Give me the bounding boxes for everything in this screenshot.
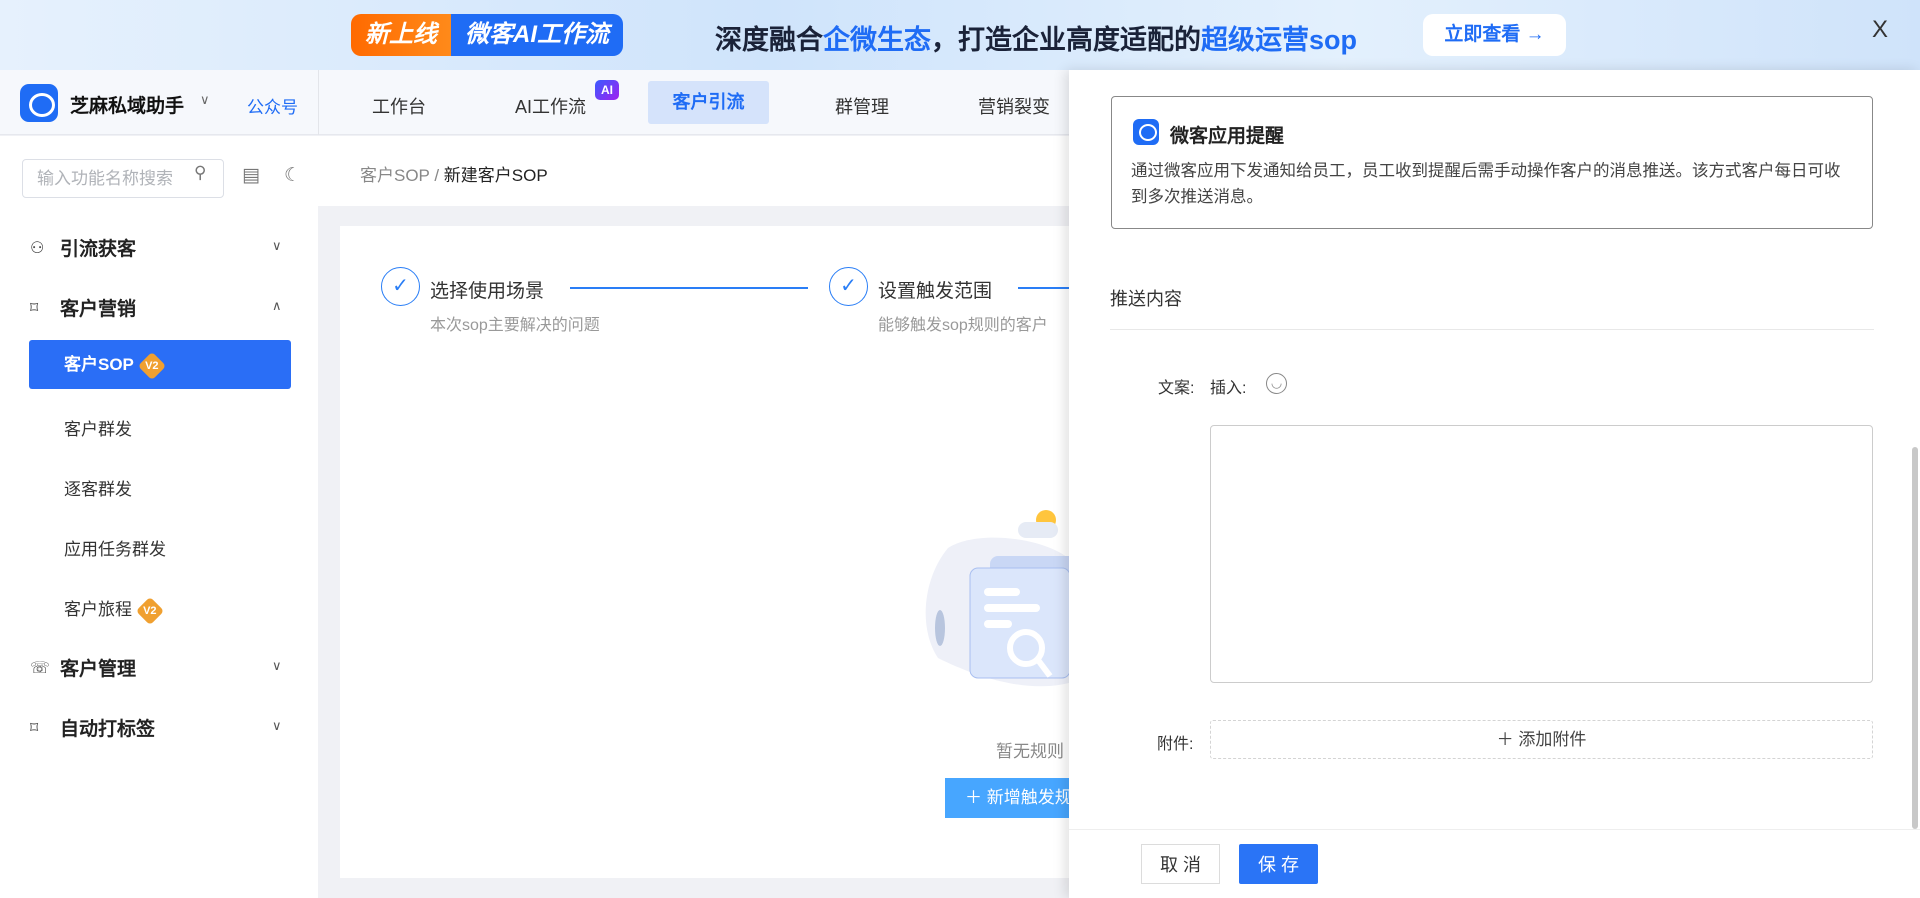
step-title: 选择使用场景 [430, 281, 545, 302]
notice-title: 微客应用提醒 [1170, 126, 1285, 147]
banner-close-icon[interactable]: X [1872, 16, 1888, 44]
sidebar-item-customer-journey[interactable]: 客户旅程 V2 [64, 595, 165, 625]
customer-icon: ☏ [30, 659, 51, 677]
divider [1110, 329, 1874, 330]
breadcrumb: 客户SOP / 新建客户SOP [360, 166, 548, 185]
ai-badge: AI [595, 80, 619, 100]
brand-name[interactable]: 芝麻私域助手 [70, 91, 184, 118]
chevron-up-icon[interactable]: ∧ [272, 298, 282, 314]
step-desc: 能够触发sop规则的客户 [878, 317, 1048, 334]
emoji-icon[interactable]: ◡ [1266, 373, 1287, 394]
nav-marketing-fission[interactable]: 营销裂变 [978, 93, 1050, 119]
chevron-down-icon[interactable]: ∨ [272, 658, 282, 674]
cancel-button[interactable]: 取 消 [1141, 844, 1220, 884]
moon-icon[interactable]: ☾ [284, 164, 301, 187]
section-title: 推送内容 [1110, 289, 1182, 309]
chevron-down-icon[interactable]: ∨ [272, 238, 282, 254]
add-attachment-button[interactable]: ＋ 添加附件 [1210, 720, 1873, 759]
copy-textarea[interactable] [1210, 425, 1873, 683]
step-title: 设置触发范围 [878, 281, 993, 302]
chevron-down-icon[interactable]: ∨ [272, 718, 282, 734]
insert-label: 插入: [1210, 380, 1247, 397]
user-add-icon: ⚇ [30, 239, 45, 257]
sidebar-item-customer-broadcast[interactable]: 客户群发 [64, 415, 132, 440]
search-icon[interactable]: ⚲ [194, 163, 206, 183]
banner-slogan: 深度融合企微生态，打造企业高度适配的超级运营sop [715, 25, 1358, 55]
sidebar-item-customer-sop[interactable]: 客户SOP V2 [29, 340, 291, 389]
divider [318, 70, 319, 135]
empty-text: 暂无规则 [996, 742, 1064, 761]
nav-group-management[interactable]: 群管理 [835, 93, 889, 119]
chevron-down-icon[interactable]: ∨ [200, 92, 210, 108]
breadcrumb-current: 新建客户SOP [443, 166, 548, 185]
nav-customer-acquisition[interactable]: 客户引流 [648, 81, 769, 124]
banner-tag: 新上线 微客AI工作流 [351, 14, 623, 56]
sidebar-group-auto-tag[interactable]: ⌑ 自动打标签 [30, 714, 155, 741]
v2-badge: V2 [135, 596, 165, 625]
account-link[interactable]: 公众号 [247, 93, 298, 118]
copy-label: 文案: [1158, 380, 1195, 397]
nav-workbench[interactable]: 工作台 [372, 93, 426, 119]
calendar-icon[interactable]: ▤ [242, 164, 260, 187]
scrollbar[interactable] [1912, 447, 1918, 829]
banner-view-button[interactable]: 立即查看 → [1423, 14, 1566, 56]
brand-logo [20, 84, 58, 122]
check-icon: ✓ [829, 267, 868, 306]
v2-badge: V2 [137, 351, 167, 380]
bookmark-icon: ⌑ [30, 299, 39, 317]
empty-illustration-icon [925, 510, 1088, 687]
breadcrumb-parent[interactable]: 客户SOP [360, 166, 430, 185]
sidebar-group-marketing[interactable]: ⌑ 客户营销 [30, 294, 136, 321]
sidebar-group-customer-management[interactable]: ☏ 客户管理 [30, 654, 136, 681]
step-connector [570, 287, 808, 289]
bookmark-icon: ⌑ [30, 719, 39, 737]
notice-desc: 通过微客应用下发通知给员工，员工收到提醒后需手动操作客户的消息推送。该方式客户每… [1131, 162, 1841, 206]
app-chat-icon [1133, 119, 1159, 145]
save-button[interactable]: 保 存 [1239, 844, 1318, 884]
check-icon: ✓ [381, 267, 420, 306]
sidebar-group-acquisition[interactable]: ⚇ 引流获客 [30, 234, 136, 261]
nav-ai-workflow[interactable]: AI工作流 [515, 93, 586, 119]
step-desc: 本次sop主要解决的问题 [430, 317, 600, 334]
sidebar-item-per-customer-broadcast[interactable]: 逐客群发 [64, 475, 132, 500]
sidebar-item-app-task-broadcast[interactable]: 应用任务群发 [64, 535, 166, 560]
attachment-label: 附件: [1157, 736, 1194, 753]
